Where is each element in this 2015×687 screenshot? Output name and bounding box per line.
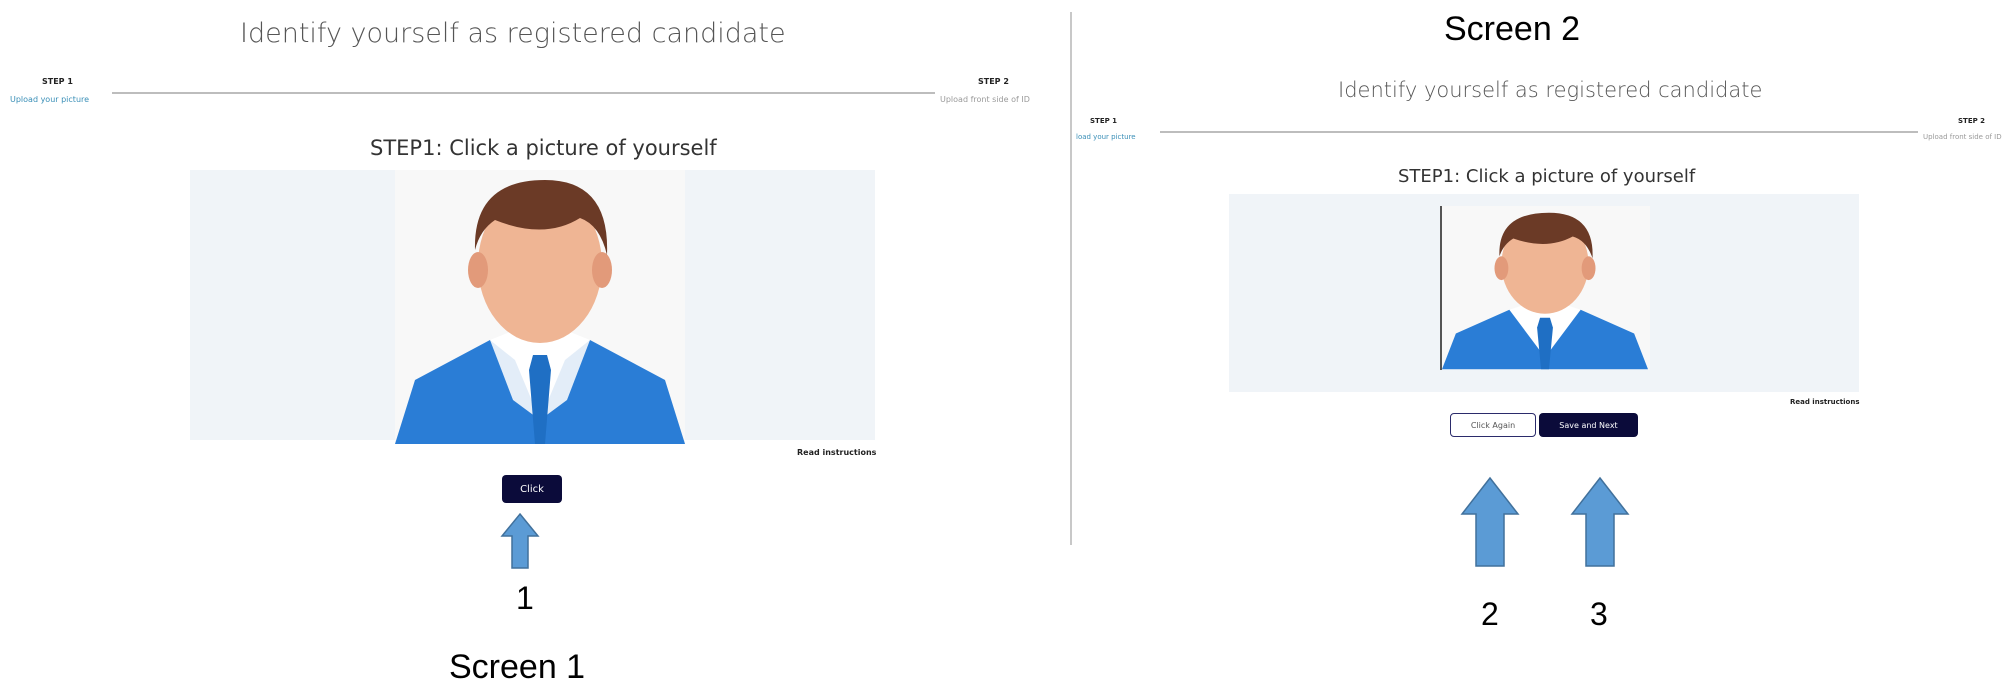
step-1-sublabel[interactable]: load your picture [1076, 133, 1136, 141]
step-1-sublabel[interactable]: Upload your picture [10, 95, 89, 104]
click-again-button[interactable]: Click Again [1450, 413, 1536, 437]
page-title: Identify yourself as registered candidat… [240, 18, 786, 49]
save-and-next-button[interactable]: Save and Next [1539, 413, 1638, 437]
progress-line [1160, 131, 1918, 133]
step-2-label: STEP 2 [1958, 117, 1986, 125]
step-2-label: STEP 2 [978, 77, 1009, 86]
read-instructions-link[interactable]: Read instructions [797, 448, 876, 457]
step-heading: STEP1: Click a picture of yourself [1398, 166, 1696, 187]
user-avatar-photo [395, 170, 685, 444]
arrow-up-icon [500, 512, 540, 574]
callout-number-3: 3 [1590, 596, 1608, 632]
progress-line [112, 92, 935, 94]
arrow-up-icon [1570, 476, 1630, 572]
step-2-sublabel: Upload front side of ID [940, 95, 1030, 104]
screen-1-label: Screen 1 [449, 648, 586, 686]
step-1-label: STEP 1 [42, 77, 73, 86]
screen-divider [1070, 12, 1072, 545]
captured-photo [1440, 206, 1650, 370]
read-instructions-link[interactable]: Read instructions [1790, 398, 1860, 406]
arrow-up-icon [1460, 476, 1520, 572]
step-1-label: STEP 1 [1090, 117, 1118, 125]
click-button[interactable]: Click [502, 475, 562, 503]
page-title: Identify yourself as registered candidat… [1338, 78, 1763, 102]
step-heading: STEP1: Click a picture of yourself [370, 136, 717, 160]
callout-number-1: 1 [516, 580, 534, 616]
step-2-sublabel: Upload front side of ID [1923, 133, 2002, 141]
screen-2-label: Screen 2 [1444, 10, 1581, 48]
callout-number-2: 2 [1481, 596, 1499, 632]
